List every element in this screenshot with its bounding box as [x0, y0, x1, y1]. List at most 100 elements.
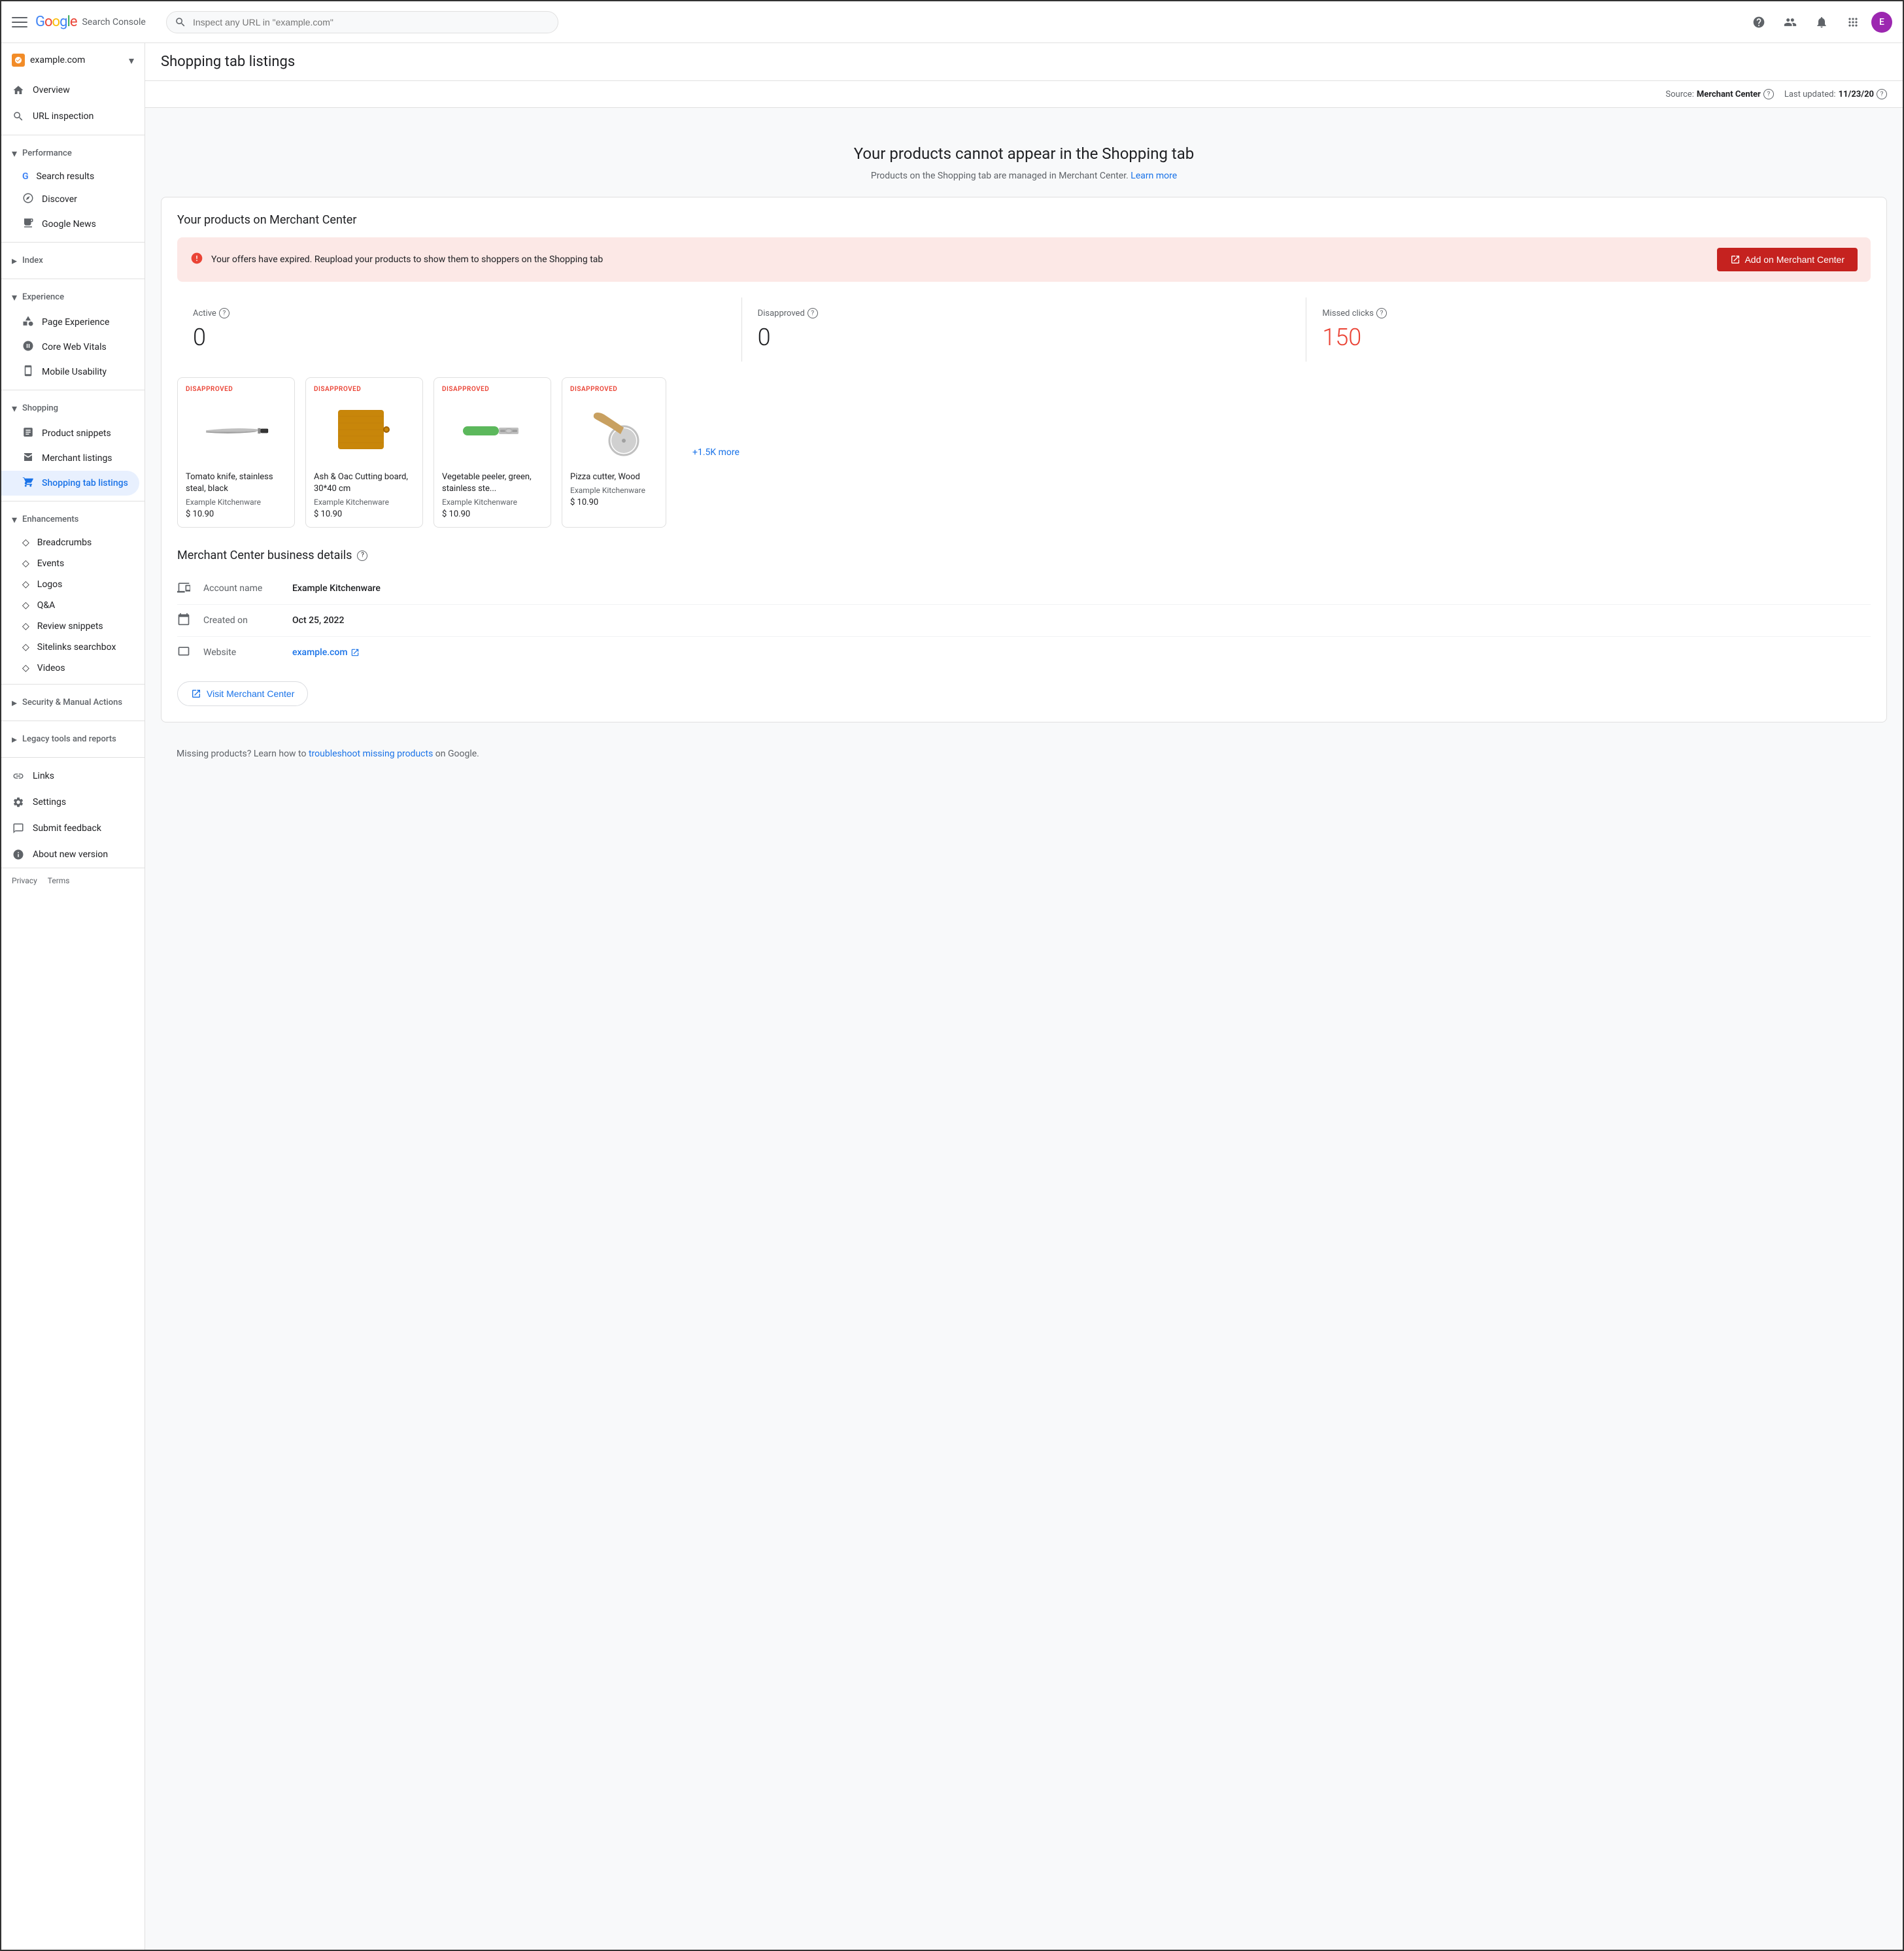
breadcrumbs-icon: ◇ [22, 537, 29, 548]
core-web-vitals-icon [22, 340, 34, 354]
sidebar-item-google-news[interactable]: Google News [1, 212, 139, 237]
product-card-0[interactable]: DISAPPROVED [177, 377, 295, 528]
website-link[interactable]: example.com [292, 647, 360, 658]
source-meta: Source: Merchant Center ? [1665, 89, 1773, 99]
visit-merchant-center-button[interactable]: Visit Merchant Center [177, 681, 308, 706]
apps-button[interactable] [1840, 9, 1866, 35]
missed-clicks-info-icon[interactable]: ? [1376, 308, 1387, 318]
product-badge-3: DISAPPROVED [570, 386, 658, 393]
alert-banner-left: Your offers have expired. Reupload your … [190, 252, 603, 268]
shopping-label: Shopping [22, 403, 58, 413]
sidebar-item-links[interactable]: Links [1, 763, 139, 789]
avatar[interactable]: E [1871, 12, 1892, 33]
performance-header[interactable]: ▾ Performance [1, 141, 144, 166]
last-updated-info-icon[interactable]: ? [1877, 89, 1887, 99]
google-logo: Google [35, 14, 76, 30]
website-label: Website [203, 647, 282, 658]
site-selector[interactable]: example.com ▾ [1, 48, 144, 77]
mobile-icon [22, 365, 34, 379]
sidebar-item-qa[interactable]: ◇ Q&A [1, 595, 139, 616]
merchant-card: Your products on Merchant Center Your of… [161, 197, 1887, 722]
enhancements-header[interactable]: ▾ Enhancements [1, 507, 144, 532]
business-details-info-icon[interactable]: ? [357, 551, 367, 561]
product-more[interactable]: +1.5K more [677, 377, 755, 528]
learn-more-link[interactable]: Learn more [1130, 171, 1177, 181]
sidebar-item-sitelinks-searchbox[interactable]: ◇ Sitelinks searchbox [1, 637, 139, 658]
product-badge-1: DISAPPROVED [314, 386, 415, 393]
stat-disapproved: Disapproved ? 0 [742, 297, 1307, 362]
sidebar-item-page-experience[interactable]: Page Experience [1, 310, 139, 335]
sitelinks-searchbox-label: Sitelinks searchbox [37, 642, 116, 653]
calendar-icon [177, 613, 193, 628]
source-info-icon[interactable]: ? [1763, 89, 1774, 99]
sidebar-item-submit-feedback[interactable]: Submit feedback [1, 815, 139, 841]
sidebar-item-url-inspection[interactable]: URL inspection [1, 103, 139, 129]
topbar: Google Search Console E [1, 1, 1903, 43]
missed-clicks-value: 150 [1322, 324, 1855, 351]
stat-active: Active ? 0 [177, 297, 742, 362]
security-header[interactable]: ▸ Security & Manual Actions [1, 690, 144, 715]
info-icon [12, 848, 25, 861]
sidebar-item-settings[interactable]: Settings [1, 789, 139, 815]
sidebar-item-overview[interactable]: Overview [1, 77, 139, 103]
product-card-3[interactable]: DISAPPROVED [562, 377, 666, 528]
product-card-2[interactable]: DISAPPROVED [434, 377, 551, 528]
google-g-icon: G [22, 171, 29, 182]
sidebar-item-merchant-listings[interactable]: Merchant listings [1, 446, 139, 471]
terms-link[interactable]: Terms [48, 876, 70, 885]
site-name-label: example.com [30, 55, 124, 65]
merchant-listings-label: Merchant listings [42, 453, 112, 464]
account-search-button[interactable] [1777, 9, 1803, 35]
source-label: Source: [1665, 90, 1693, 99]
hero-description: Products on the Shopping tab are managed… [177, 171, 1871, 181]
troubleshoot-link[interactable]: troubleshoot missing products [309, 749, 433, 759]
sidebar-item-mobile-usability[interactable]: Mobile Usability [1, 360, 139, 384]
sidebar-item-events[interactable]: ◇ Events [1, 553, 139, 574]
sidebar-item-about-new-version[interactable]: About new version [1, 841, 139, 868]
sidebar-item-breadcrumbs[interactable]: ◇ Breadcrumbs [1, 532, 139, 553]
last-updated-value: 11/23/20 [1839, 90, 1874, 99]
sidebar-item-review-snippets[interactable]: ◇ Review snippets [1, 616, 139, 637]
experience-header[interactable]: ▾ Experience [1, 284, 144, 310]
disapproved-info-icon[interactable]: ? [808, 308, 818, 318]
sidebar-item-shopping-tab-listings[interactable]: Shopping tab listings [1, 471, 139, 496]
add-on-merchant-center-button[interactable]: Add on Merchant Center [1717, 248, 1858, 271]
more-products-link[interactable]: +1.5K more [692, 447, 740, 458]
menu-icon[interactable] [12, 14, 27, 30]
sidebar-item-videos[interactable]: ◇ Videos [1, 658, 139, 679]
divider-2 [1, 242, 144, 243]
submit-feedback-label: Submit feedback [33, 823, 101, 834]
about-new-version-label: About new version [33, 849, 108, 860]
sidebar-item-product-snippets[interactable]: Product snippets [1, 421, 139, 446]
sidebar-item-search-results[interactable]: G Search results [1, 166, 139, 187]
performance-label: Performance [22, 148, 72, 158]
security-label: Security & Manual Actions [22, 698, 122, 707]
product-card-1[interactable]: DISAPPROVED [305, 377, 423, 528]
stats-row: Active ? 0 Disapproved ? 0 [177, 297, 1871, 362]
chevron-right-icon: ▸ [12, 254, 17, 267]
sidebar-item-logos[interactable]: ◇ Logos [1, 574, 139, 595]
search-input[interactable] [166, 11, 558, 33]
page-body: Your products cannot appear in the Shopp… [145, 108, 1903, 785]
notifications-button[interactable] [1809, 9, 1835, 35]
active-info-icon[interactable]: ? [219, 308, 230, 318]
content-header: Shopping tab listings [145, 43, 1903, 81]
url-inspection-label: URL inspection [33, 111, 94, 122]
logos-label: Logos [37, 579, 63, 590]
shopping-header[interactable]: ▾ Shopping [1, 396, 144, 421]
legacy-header[interactable]: ▸ Legacy tools and reports [1, 726, 144, 752]
website-row: Website example.com [177, 637, 1871, 668]
sidebar-item-discover[interactable]: Discover [1, 187, 139, 212]
business-details-rows: Account name Example Kitchenware Created… [177, 573, 1871, 668]
index-label: Index [22, 256, 43, 265]
hero-section: Your products cannot appear in the Shopp… [161, 124, 1887, 197]
index-header[interactable]: ▸ Index [1, 248, 144, 273]
active-label: Active ? [193, 308, 726, 318]
chevron-right-3-icon: ▸ [12, 733, 17, 745]
sidebar-item-core-web-vitals[interactable]: Core Web Vitals [1, 335, 139, 360]
legacy-label: Legacy tools and reports [22, 734, 116, 744]
chevron-icon: ▾ [12, 147, 17, 160]
privacy-link[interactable]: Privacy [12, 876, 37, 885]
help-button[interactable] [1746, 9, 1772, 35]
product-seller-3: Example Kitchenware [570, 486, 658, 495]
